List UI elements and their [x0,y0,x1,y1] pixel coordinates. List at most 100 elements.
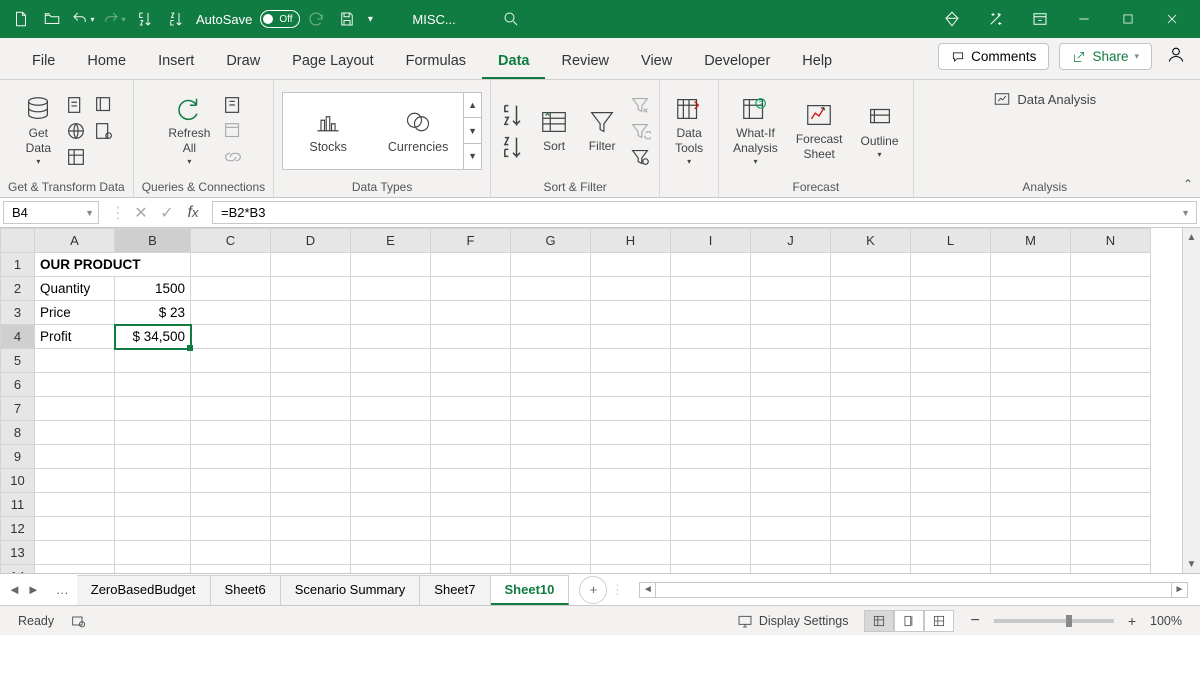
tab-home[interactable]: Home [71,43,142,79]
cell-I2[interactable] [671,277,751,301]
cell-E8[interactable] [351,421,431,445]
cell-H2[interactable] [591,277,671,301]
cell-K3[interactable] [831,301,911,325]
cancel-icon[interactable]: ✕ [128,201,154,225]
col-header-K[interactable]: K [831,229,911,253]
sheet-tab-sheet6[interactable]: Sheet6 [211,575,281,605]
cell-J8[interactable] [751,421,831,445]
tab-review[interactable]: Review [545,43,625,79]
tab-page-layout[interactable]: Page Layout [276,43,389,79]
cell-M5[interactable] [991,349,1071,373]
cell-N2[interactable] [1071,277,1151,301]
cell-B6[interactable] [115,373,191,397]
cell-G13[interactable] [511,541,591,565]
outline-button[interactable]: Outline▾ [855,100,905,162]
recent-sources-icon[interactable] [93,94,115,116]
cell-G1[interactable] [511,253,591,277]
share-button[interactable]: Share▾ [1059,43,1152,70]
col-header-F[interactable]: F [431,229,511,253]
cell-D8[interactable] [271,421,351,445]
macro-record-icon[interactable] [62,613,94,629]
row-header-8[interactable]: 8 [1,421,35,445]
cell-C13[interactable] [191,541,271,565]
cell-A4[interactable]: Profit [35,325,115,349]
cell-E3[interactable] [351,301,431,325]
cell-A13[interactable] [35,541,115,565]
diamond-icon[interactable] [930,0,974,38]
account-icon[interactable] [1162,40,1190,73]
cell-M9[interactable] [991,445,1071,469]
cell-N8[interactable] [1071,421,1151,445]
clear-filter-icon[interactable] [629,94,651,116]
cell-B5[interactable] [115,349,191,373]
cell-N3[interactable] [1071,301,1151,325]
sheet-tab-sheet10[interactable]: Sheet10 [491,575,570,605]
cell-F1[interactable] [431,253,511,277]
cell-B12[interactable] [115,517,191,541]
row-header-3[interactable]: 3 [1,301,35,325]
forecast-sheet-button[interactable]: Forecast Sheet [790,98,849,163]
autosave-toggle[interactable]: AutoSave Off [196,10,300,28]
cell-I4[interactable] [671,325,751,349]
col-header-L[interactable]: L [911,229,991,253]
cell-K7[interactable] [831,397,911,421]
row-header-13[interactable]: 13 [1,541,35,565]
cell-M14[interactable] [991,565,1071,574]
cell-L8[interactable] [911,421,991,445]
sort-asc-button[interactable] [499,101,527,129]
view-normal-button[interactable] [864,610,894,632]
select-all-corner[interactable] [1,229,35,253]
cell-C5[interactable] [191,349,271,373]
cell-G7[interactable] [511,397,591,421]
comments-button[interactable]: Comments [938,43,1049,70]
cell-I1[interactable] [671,253,751,277]
cell-C7[interactable] [191,397,271,421]
cell-D14[interactable] [271,565,351,574]
cell-J7[interactable] [751,397,831,421]
tab-insert[interactable]: Insert [142,43,210,79]
col-header-I[interactable]: I [671,229,751,253]
cell-D9[interactable] [271,445,351,469]
row-header-4[interactable]: 4 [1,325,35,349]
close-button[interactable] [1150,0,1194,38]
cell-D4[interactable] [271,325,351,349]
sheet-tab-scenario summary[interactable]: Scenario Summary [281,575,421,605]
spreadsheet-grid[interactable]: ABCDEFGHIJKLMN1OUR PRODUCT2Quantity15003… [0,228,1182,573]
zoom-out-button[interactable]: − [970,612,979,630]
cell-L14[interactable] [911,565,991,574]
cell-N4[interactable] [1071,325,1151,349]
tab-formulas[interactable]: Formulas [390,43,482,79]
maximize-button[interactable] [1106,0,1150,38]
cell-C9[interactable] [191,445,271,469]
cell-M2[interactable] [991,277,1071,301]
cell-A12[interactable] [35,517,115,541]
row-header-10[interactable]: 10 [1,469,35,493]
cell-N1[interactable] [1071,253,1151,277]
zoom-slider[interactable] [994,619,1114,623]
cell-M4[interactable] [991,325,1071,349]
cell-C14[interactable] [191,565,271,574]
qat-overflow-icon[interactable]: ▾ [363,4,377,34]
cell-K10[interactable] [831,469,911,493]
cell-G14[interactable] [511,565,591,574]
new-file-icon[interactable] [6,4,36,34]
ribbon-mode-icon[interactable] [1018,0,1062,38]
cell-G9[interactable] [511,445,591,469]
sort-desc-icon[interactable] [161,4,191,34]
col-header-N[interactable]: N [1071,229,1151,253]
minimize-button[interactable] [1062,0,1106,38]
cell-I3[interactable] [671,301,751,325]
cell-A10[interactable] [35,469,115,493]
cell-G5[interactable] [511,349,591,373]
from-table-icon[interactable] [65,146,87,168]
cell-N12[interactable] [1071,517,1151,541]
cell-K12[interactable] [831,517,911,541]
row-header-12[interactable]: 12 [1,517,35,541]
cell-L7[interactable] [911,397,991,421]
cell-F12[interactable] [431,517,511,541]
cell-H4[interactable] [591,325,671,349]
row-header-5[interactable]: 5 [1,349,35,373]
cell-J1[interactable] [751,253,831,277]
cell-K14[interactable] [831,565,911,574]
undo-icon[interactable]: ▾ [68,4,98,34]
